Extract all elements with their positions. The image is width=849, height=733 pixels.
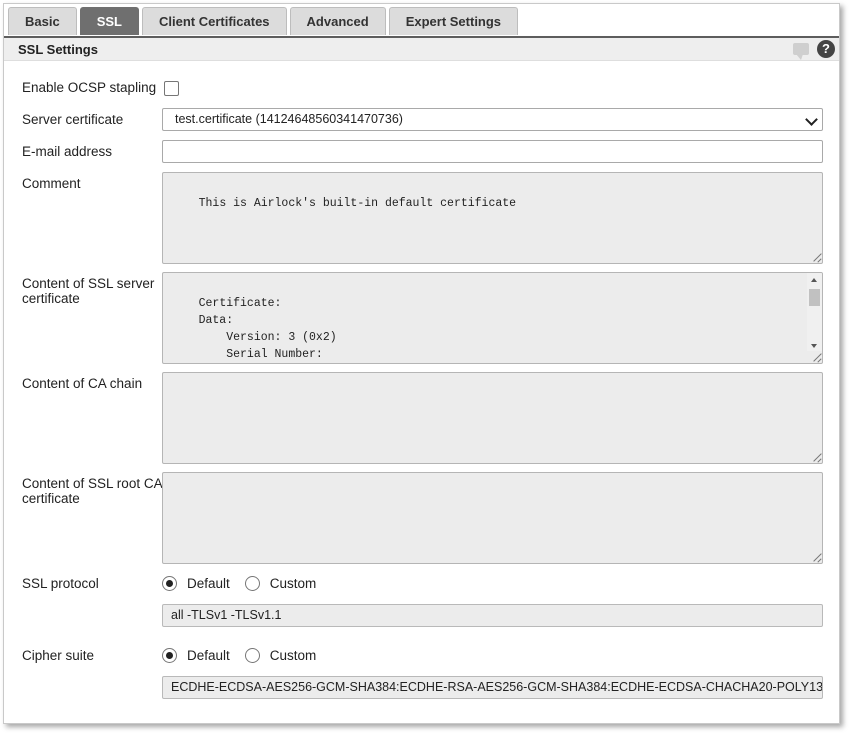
server-certificate-label: Server certificate (22, 112, 124, 127)
tab-bar: Basic SSL Client Certificates Advanced E… (8, 6, 519, 38)
resize-handle-icon[interactable] (812, 253, 821, 262)
scroll-up-icon[interactable] (811, 278, 817, 282)
resize-handle-icon[interactable] (812, 553, 821, 562)
help-icon[interactable]: ? (817, 40, 835, 58)
resize-handle-icon[interactable] (812, 453, 821, 462)
email-label: E-mail address (22, 144, 113, 159)
cipher-suite-custom-label[interactable]: Custom (270, 648, 317, 663)
ssl-protocol-radio-group: Default Custom (162, 573, 331, 593)
tab-advanced[interactable]: Advanced (289, 7, 386, 35)
scroll-thumb[interactable] (809, 289, 820, 306)
cipher-suite-label: Cipher suite (22, 648, 95, 663)
ssl-server-cert-label: Content of SSL server certificate (22, 276, 155, 306)
ca-chain-label: Content of CA chain (22, 376, 143, 391)
tab-basic[interactable]: Basic (8, 7, 77, 35)
ssl-protocol-label: SSL protocol (22, 576, 99, 591)
scroll-down-icon[interactable] (811, 344, 817, 348)
ssl-protocol-default-label[interactable]: Default (187, 576, 230, 591)
ssl-server-cert-textarea[interactable]: Certificate: Data: Version: 3 (0x2) Seri… (162, 272, 823, 364)
resize-handle-icon[interactable] (812, 353, 821, 362)
root-ca-textarea[interactable] (162, 472, 823, 564)
cipher-suite-radio-group: Default Custom (162, 645, 331, 665)
cipher-suite-default-radio[interactable] (162, 647, 177, 663)
ssl-settings-panel: Basic SSL Client Certificates Advanced E… (3, 3, 840, 724)
comment-textarea[interactable]: This is Airlock's built-in default certi… (162, 172, 823, 264)
chevron-down-icon (805, 113, 818, 126)
ca-chain-textarea[interactable] (162, 372, 823, 464)
ssl-server-cert-text: Certificate: Data: Version: 3 (0x2) Seri… (198, 297, 337, 361)
comment-label: Comment (22, 176, 81, 191)
ocsp-checkbox[interactable] (164, 81, 179, 96)
tab-ssl[interactable]: SSL (79, 7, 139, 35)
ssl-protocol-value: all -TLSv1 -TLSv1.1 (162, 604, 823, 627)
email-field[interactable] (162, 140, 823, 163)
section-header: SSL Settings ? (4, 38, 839, 61)
ocsp-label: Enable OCSP stapling (22, 80, 157, 95)
comment-text: This is Airlock's built-in default certi… (198, 197, 517, 210)
root-ca-label: Content of SSL root CA certificate (22, 476, 162, 506)
scrollbar[interactable] (807, 273, 822, 351)
tab-expert-settings[interactable]: Expert Settings (388, 7, 519, 35)
ssl-protocol-default-radio[interactable] (162, 575, 177, 591)
cipher-suite-value: ECDHE-ECDSA-AES256-GCM-SHA384:ECDHE-RSA-… (162, 676, 823, 699)
comment-icon[interactable] (793, 43, 809, 60)
ssl-protocol-custom-radio[interactable] (244, 575, 260, 591)
section-title: SSL Settings (18, 42, 98, 57)
cipher-suite-default-label[interactable]: Default (187, 648, 230, 663)
server-certificate-value: test.certificate (14124648560341470736) (175, 112, 403, 126)
server-certificate-select[interactable]: test.certificate (14124648560341470736) (162, 108, 823, 131)
tab-client-certificates[interactable]: Client Certificates (142, 7, 287, 35)
ssl-protocol-custom-label[interactable]: Custom (270, 576, 317, 591)
cipher-suite-custom-radio[interactable] (244, 647, 260, 663)
